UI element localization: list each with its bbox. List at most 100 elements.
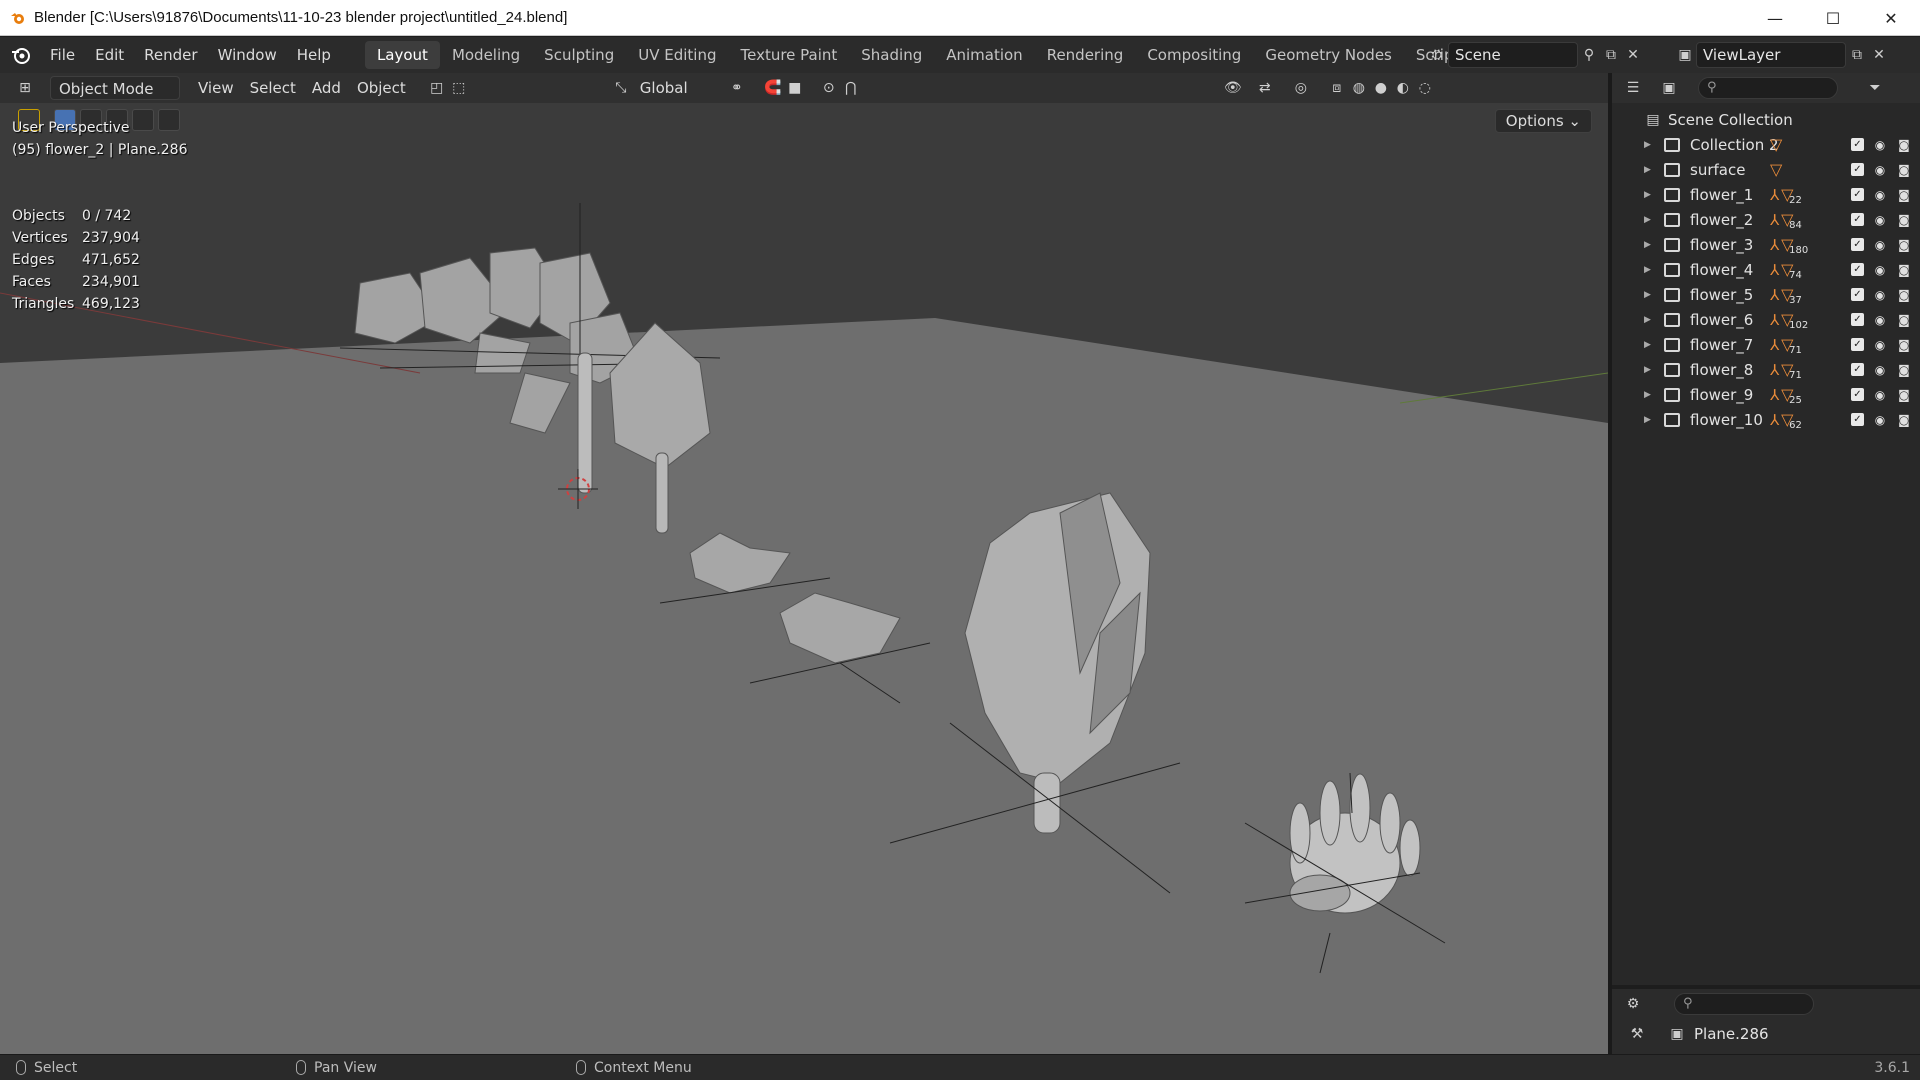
tab-geometry-nodes[interactable]: Geometry Nodes xyxy=(1253,41,1404,69)
eye-icon[interactable]: ◉ xyxy=(1872,388,1888,402)
eye-icon[interactable]: ◉ xyxy=(1872,288,1888,302)
camera-icon[interactable]: ◙ xyxy=(1896,163,1912,177)
shading-rendered-icon[interactable]: ◌ xyxy=(1414,77,1436,99)
expand-arrow-icon[interactable]: ▶ xyxy=(1644,415,1651,425)
properties-search-input[interactable]: ⚲ xyxy=(1674,993,1814,1015)
tab-texture-paint[interactable]: Texture Paint xyxy=(728,41,849,69)
eye-icon[interactable]: ◉ xyxy=(1872,138,1888,152)
menu-view[interactable]: View xyxy=(190,76,242,100)
scene-name-field[interactable]: Scene xyxy=(1448,42,1578,68)
camera-icon[interactable]: ◙ xyxy=(1896,313,1912,327)
outliner-row[interactable]: ▶ flower_1 ⅄ ▽ 22 ✓ ◉ ◙ xyxy=(1612,182,1920,207)
expand-arrow-icon[interactable]: ▶ xyxy=(1644,215,1651,225)
eye-icon[interactable]: ◉ xyxy=(1872,238,1888,252)
orientation-selector[interactable]: Global xyxy=(632,76,712,100)
exclude-checkbox[interactable]: ✓ xyxy=(1851,188,1864,201)
camera-icon[interactable]: ◙ xyxy=(1896,138,1912,152)
exclude-checkbox[interactable]: ✓ xyxy=(1851,263,1864,276)
delete-viewlayer-icon[interactable]: ✕ xyxy=(1868,44,1890,66)
snap-target-icon[interactable]: ◰ xyxy=(426,77,448,99)
shading-wireframe-icon[interactable]: ◍ xyxy=(1348,77,1370,99)
outliner-search-input[interactable]: ⚲ xyxy=(1698,77,1838,99)
gizmo-icon[interactable]: ⇄ xyxy=(1254,77,1276,99)
viewport-scene[interactable] xyxy=(0,73,1608,1054)
outliner-row[interactable]: ▶ flower_9 ⅄ ▽ 25 ✓ ◉ ◙ xyxy=(1612,382,1920,407)
outliner-row[interactable]: ▶ flower_5 ⅄ ▽ 37 ✓ ◉ ◙ xyxy=(1612,282,1920,307)
maximize-button[interactable]: ☐ xyxy=(1804,0,1862,36)
tab-modeling[interactable]: Modeling xyxy=(440,41,532,69)
eye-icon[interactable]: ◉ xyxy=(1872,413,1888,427)
camera-icon[interactable]: ◙ xyxy=(1896,413,1912,427)
pin-icon[interactable]: ⚲ xyxy=(1578,44,1600,66)
tab-shading[interactable]: Shading xyxy=(849,41,934,69)
exclude-checkbox[interactable]: ✓ xyxy=(1851,313,1864,326)
exclude-checkbox[interactable]: ✓ xyxy=(1851,338,1864,351)
camera-icon[interactable]: ◙ xyxy=(1896,338,1912,352)
expand-arrow-icon[interactable]: ▶ xyxy=(1644,390,1651,400)
tab-animation[interactable]: Animation xyxy=(934,41,1034,69)
camera-icon[interactable]: ◙ xyxy=(1896,213,1912,227)
filter-icon[interactable]: ⏷ xyxy=(1864,77,1886,99)
outliner-row[interactable]: ▶ flower_2 ⅄ ▽ 84 ✓ ◉ ◙ xyxy=(1612,207,1920,232)
tool-tab-icon[interactable]: ⚒ xyxy=(1626,1023,1648,1045)
visibility-icon[interactable]: 👁 xyxy=(1222,77,1244,99)
camera-icon[interactable]: ◙ xyxy=(1896,288,1912,302)
menu-object[interactable]: Object xyxy=(349,76,414,100)
tab-layout[interactable]: Layout xyxy=(364,41,440,69)
exclude-checkbox[interactable]: ✓ xyxy=(1851,413,1864,426)
camera-icon[interactable]: ◙ xyxy=(1896,188,1912,202)
expand-arrow-icon[interactable]: ▶ xyxy=(1644,290,1651,300)
shading-solid-icon[interactable]: ● xyxy=(1370,77,1392,99)
expand-arrow-icon[interactable]: ▶ xyxy=(1644,315,1651,325)
eye-icon[interactable]: ◉ xyxy=(1872,163,1888,177)
menu-render[interactable]: Render xyxy=(134,37,207,73)
expand-arrow-icon[interactable]: ▶ xyxy=(1644,240,1651,250)
pivot-icon[interactable]: ⚭ xyxy=(726,77,748,99)
display-mode-icon[interactable]: ▣ xyxy=(1658,77,1680,99)
exclude-checkbox[interactable]: ✓ xyxy=(1851,288,1864,301)
delete-scene-icon[interactable]: ✕ xyxy=(1622,44,1644,66)
outliner-row[interactable]: ▶ flower_4 ⅄ ▽ 74 ✓ ◉ ◙ xyxy=(1612,257,1920,282)
exclude-checkbox[interactable]: ✓ xyxy=(1851,388,1864,401)
expand-arrow-icon[interactable]: ▶ xyxy=(1644,340,1651,350)
snap-increment-icon[interactable]: ■ xyxy=(784,77,806,99)
snap-icon[interactable]: 🧲 xyxy=(762,77,784,99)
minimize-button[interactable]: — xyxy=(1746,0,1804,36)
menu-select[interactable]: Select xyxy=(242,76,304,100)
viewlayer-name-field[interactable]: ViewLayer xyxy=(1696,42,1846,68)
menu-add[interactable]: Add xyxy=(304,76,349,100)
eye-icon[interactable]: ◉ xyxy=(1872,313,1888,327)
scene-collection-row[interactable]: ▤ Scene Collection xyxy=(1612,107,1920,132)
tab-uv-editing[interactable]: UV Editing xyxy=(626,41,728,69)
camera-icon[interactable]: ◙ xyxy=(1896,238,1912,252)
3d-viewport[interactable]: ⊞ Object Mode View Select Add Object ◰ ⬚… xyxy=(0,73,1608,1054)
exclude-checkbox[interactable]: ✓ xyxy=(1851,138,1864,151)
options-dropdown[interactable]: Options ⌄ xyxy=(1494,109,1592,133)
expand-arrow-icon[interactable]: ▶ xyxy=(1644,190,1651,200)
select-intersect-icon[interactable] xyxy=(158,109,180,131)
scene-icon[interactable]: ⛭ xyxy=(1426,44,1448,66)
orientation-icon[interactable]: ⤡ xyxy=(610,77,632,99)
transform-affect-icon[interactable]: ⬚ xyxy=(448,77,470,99)
blender-menu-icon[interactable] xyxy=(10,44,32,66)
exclude-checkbox[interactable]: ✓ xyxy=(1851,213,1864,226)
outliner-row[interactable]: ▶ Collection 2 ▽ ✓ ◉ ◙ xyxy=(1612,132,1920,157)
outliner-row[interactable]: ▶ flower_7 ⅄ ▽ 71 ✓ ◉ ◙ xyxy=(1612,332,1920,357)
menu-file[interactable]: File xyxy=(40,37,85,73)
expand-arrow-icon[interactable]: ▶ xyxy=(1644,140,1651,150)
editor-type-icon[interactable]: ⊞ xyxy=(14,77,36,99)
tab-sculpting[interactable]: Sculpting xyxy=(532,41,626,69)
menu-help[interactable]: Help xyxy=(287,37,341,73)
new-scene-icon[interactable]: ⧉ xyxy=(1600,44,1622,66)
exclude-checkbox[interactable]: ✓ xyxy=(1851,363,1864,376)
mode-selector[interactable]: Object Mode xyxy=(50,76,180,100)
outliner-row[interactable]: ▶ surface ▽ ✓ ◉ ◙ xyxy=(1612,157,1920,182)
eye-icon[interactable]: ◉ xyxy=(1872,263,1888,277)
close-button[interactable]: ✕ xyxy=(1862,0,1920,36)
select-invert-icon[interactable] xyxy=(132,109,154,131)
outliner-row[interactable]: ▶ flower_3 ⅄ ▽ 180 ✓ ◉ ◙ xyxy=(1612,232,1920,257)
overlay-icon[interactable]: ◎ xyxy=(1290,77,1312,99)
camera-icon[interactable]: ◙ xyxy=(1896,388,1912,402)
camera-icon[interactable]: ◙ xyxy=(1896,263,1912,277)
exclude-checkbox[interactable]: ✓ xyxy=(1851,238,1864,251)
